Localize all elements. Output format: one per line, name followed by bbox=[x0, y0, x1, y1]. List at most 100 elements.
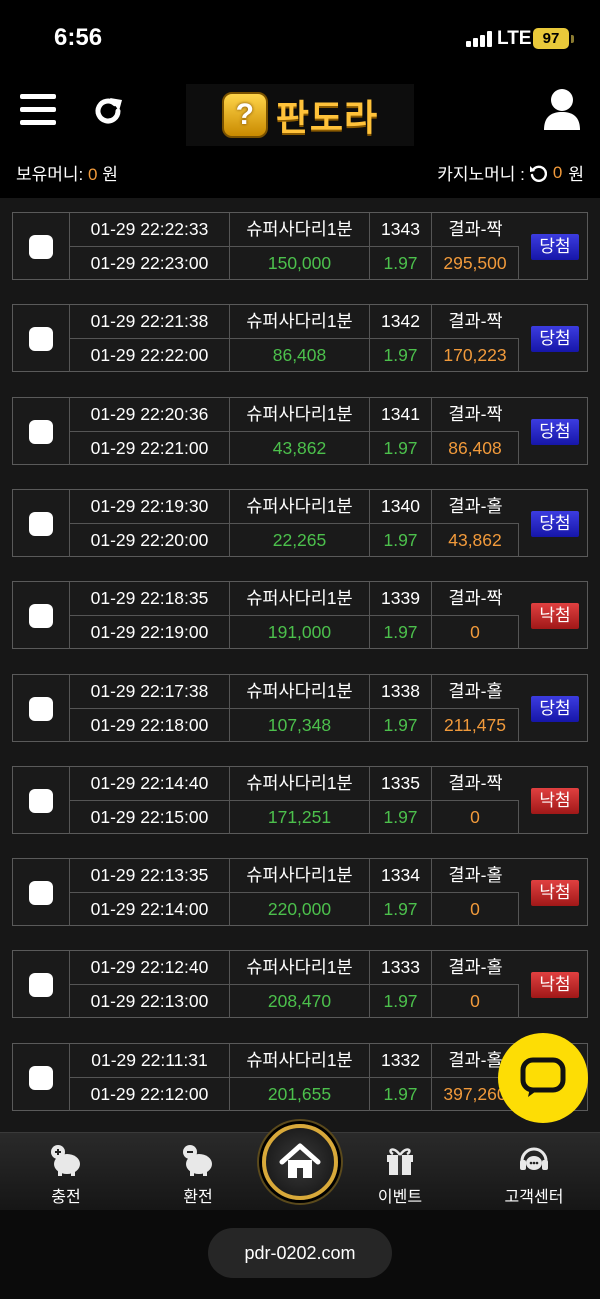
bet-select-checkbox[interactable] bbox=[29, 881, 53, 906]
bet-select-checkbox[interactable] bbox=[29, 235, 53, 259]
draw-time: 01-29 22:19:00 bbox=[69, 616, 229, 650]
status-badge: 당첨 bbox=[531, 234, 579, 260]
logo-badge-icon: ? bbox=[221, 92, 268, 138]
status-badge: 당첨 bbox=[531, 326, 579, 353]
network-type: LTE bbox=[497, 28, 532, 49]
payout-amount: 86,408 bbox=[431, 431, 519, 465]
nav-support[interactable]: 고객센터 bbox=[474, 1143, 594, 1207]
bet-select-checkbox[interactable] bbox=[29, 973, 53, 998]
logo-text: 판도라 bbox=[275, 97, 379, 138]
bet-amount: 191,000 bbox=[229, 616, 369, 650]
status-badge: 낙첨 bbox=[531, 603, 579, 630]
bet-select-checkbox[interactable] bbox=[29, 1065, 53, 1090]
bet-result: 결과-짝 bbox=[431, 766, 519, 800]
round-number: 1333 bbox=[369, 951, 431, 985]
menu-icon[interactable] bbox=[20, 94, 56, 125]
bet-card: 01-29 22:14:40 01-29 22:15:00 슈퍼사다리1분 171,2… bbox=[12, 765, 588, 834]
holding-value: 0 bbox=[88, 165, 98, 184]
bet-time: 01-29 22:21:38 bbox=[69, 305, 229, 339]
bet-time: 01-29 22:20:36 bbox=[69, 397, 229, 431]
nav-deposit[interactable]: 충전 bbox=[6, 1143, 126, 1207]
odds: 1.97 bbox=[369, 800, 431, 834]
odds: 1.97 bbox=[369, 339, 431, 373]
bet-select-checkbox[interactable] bbox=[29, 788, 53, 813]
round-number: 1338 bbox=[369, 674, 431, 708]
draw-time: 01-29 22:20:00 bbox=[69, 523, 229, 557]
bet-card: 01-29 22:21:38 01-29 22:22:00 슈퍼사다리1분 86,40… bbox=[12, 304, 588, 373]
gift-icon bbox=[387, 1148, 413, 1175]
casino-value: 0 bbox=[552, 162, 563, 182]
bet-select-checkbox[interactable] bbox=[29, 604, 53, 629]
status-badge: 당첨 bbox=[531, 695, 579, 722]
bet-result: 결과-짝 bbox=[431, 582, 519, 616]
odds: 1.97 bbox=[369, 893, 431, 927]
status-time: 6:56 bbox=[54, 24, 103, 51]
reset-icon[interactable] bbox=[529, 164, 547, 182]
odds: 1.97 bbox=[369, 1077, 431, 1111]
nav-event-label: 이벤트 bbox=[377, 1189, 423, 1206]
draw-time: 01-29 22:18:00 bbox=[69, 708, 229, 742]
game-name: 슈퍼사다리1분 bbox=[229, 951, 369, 985]
browser-url-area: pdr-0202.com bbox=[0, 1210, 600, 1299]
bet-time: 01-29 22:18:35 bbox=[69, 582, 229, 616]
bet-amount: 107,348 bbox=[229, 708, 369, 742]
game-name: 슈퍼사다리1분 bbox=[229, 766, 369, 800]
bet-card: 01-29 22:22:33 01-29 22:23:00 슈퍼사다리1분 150,0… bbox=[12, 212, 588, 280]
odds: 1.97 bbox=[369, 985, 431, 1019]
draw-time: 01-29 22:12:00 bbox=[69, 1077, 229, 1111]
bet-time: 01-29 22:11:31 bbox=[69, 1043, 229, 1077]
game-name: 슈퍼사다리1분 bbox=[229, 859, 369, 893]
bet-card: 01-29 22:19:30 01-29 22:20:00 슈퍼사다리1분 22,26… bbox=[12, 488, 588, 557]
bet-select-checkbox[interactable] bbox=[29, 696, 53, 721]
nav-withdraw[interactable]: 환전 bbox=[138, 1143, 258, 1207]
home-button[interactable] bbox=[262, 1124, 338, 1200]
payout-amount: 295,500 bbox=[431, 247, 519, 280]
nav-support-label: 고객센터 bbox=[504, 1189, 564, 1206]
piggy-plus-icon bbox=[51, 1145, 80, 1176]
draw-time: 01-29 22:23:00 bbox=[69, 247, 229, 280]
user-icon[interactable] bbox=[542, 88, 582, 130]
bet-time: 01-29 22:12:40 bbox=[69, 951, 229, 985]
round-number: 1342 bbox=[369, 305, 431, 339]
bet-card: 01-29 22:12:40 01-29 22:13:00 슈퍼사다리1분 208,4… bbox=[12, 950, 588, 1019]
odds: 1.97 bbox=[369, 616, 431, 650]
bet-result: 결과-짝 bbox=[431, 397, 519, 431]
home-icon bbox=[279, 1143, 321, 1178]
round-number: 1341 bbox=[369, 397, 431, 431]
holding-money: 보유머니: 0 원 bbox=[16, 160, 118, 185]
bet-amount: 22,265 bbox=[229, 523, 369, 557]
bet-select-checkbox[interactable] bbox=[29, 419, 53, 444]
bet-amount: 150,000 bbox=[229, 247, 369, 280]
draw-time: 01-29 22:14:00 bbox=[69, 893, 229, 927]
url-bar[interactable]: pdr-0202.com bbox=[208, 1228, 392, 1278]
bet-amount: 208,470 bbox=[229, 985, 369, 1019]
draw-time: 01-29 22:15:00 bbox=[69, 800, 229, 834]
payout-amount: 0 bbox=[431, 893, 519, 927]
logo[interactable]: ? 판도라 bbox=[186, 84, 414, 146]
game-name: 슈퍼사다리1분 bbox=[229, 582, 369, 616]
bet-amount: 201,655 bbox=[229, 1077, 369, 1111]
game-name: 슈퍼사다리1분 bbox=[229, 397, 369, 431]
casino-label: 카지노머니 : bbox=[437, 165, 525, 184]
bet-select-checkbox[interactable] bbox=[29, 511, 53, 536]
round-number: 1332 bbox=[369, 1043, 431, 1077]
bet-card: 01-29 22:13:35 01-29 22:14:00 슈퍼사다리1분 220,0… bbox=[12, 858, 588, 927]
bet-history-list[interactable]: 01-29 22:22:33 01-29 22:23:00 슈퍼사다리1분 150,0… bbox=[0, 198, 600, 1132]
nav-event[interactable]: 이벤트 bbox=[340, 1143, 460, 1207]
bet-result: 결과-홀 bbox=[431, 859, 519, 893]
bet-time: 01-29 22:14:40 bbox=[69, 766, 229, 800]
bet-amount: 220,000 bbox=[229, 893, 369, 927]
round-number: 1334 bbox=[369, 859, 431, 893]
holding-label: 보유머니: bbox=[16, 165, 84, 184]
bet-select-checkbox[interactable] bbox=[29, 327, 53, 352]
game-name: 슈퍼사다리1분 bbox=[229, 305, 369, 339]
refresh-icon[interactable] bbox=[91, 94, 125, 128]
app-header: ? 판도라 bbox=[0, 78, 600, 148]
bet-time: 01-29 22:17:38 bbox=[69, 674, 229, 708]
nav-withdraw-label: 환전 bbox=[183, 1189, 213, 1206]
draw-time: 01-29 22:21:00 bbox=[69, 431, 229, 465]
piggy-minus-icon bbox=[183, 1145, 212, 1176]
battery-tip bbox=[571, 35, 574, 43]
odds: 1.97 bbox=[369, 247, 431, 280]
chat-button[interactable] bbox=[498, 1033, 588, 1123]
